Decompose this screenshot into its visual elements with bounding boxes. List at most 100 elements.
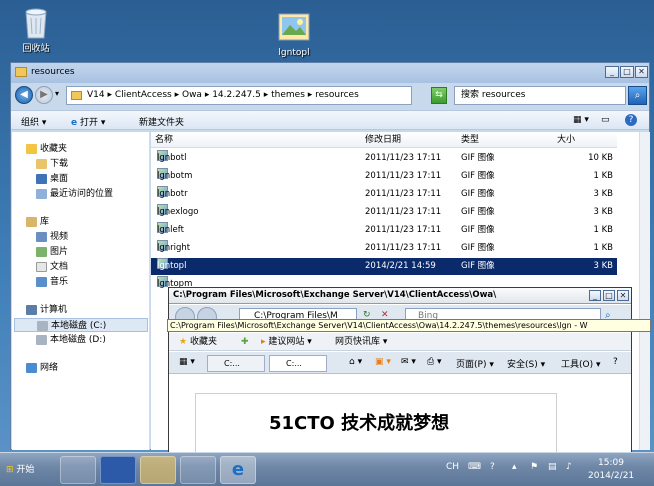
- nav-downloads[interactable]: 下载: [36, 157, 68, 171]
- feeds-icon[interactable]: ▣ ▾: [375, 357, 391, 367]
- nav-local-disk-c[interactable]: 本地磁盘 (C:): [14, 318, 148, 332]
- powershell-icon[interactable]: [100, 456, 136, 484]
- close-button[interactable]: ✕: [635, 66, 648, 78]
- mail-icon[interactable]: ✉ ▾: [401, 357, 416, 367]
- ime-icon[interactable]: ⌨: [468, 462, 481, 472]
- app-taskbar-icon[interactable]: [180, 456, 216, 484]
- search-icon[interactable]: ⌕: [628, 86, 647, 105]
- start-button[interactable]: ⊞ 开始: [2, 457, 46, 483]
- table-row[interactable]: lgntopl 2014/2/21 14:59 GIF 图像 3 KB: [151, 258, 617, 275]
- table-row[interactable]: lgnbotl 2011/11/23 17:11 GIF 图像 10 KB: [151, 150, 617, 167]
- nav-favorites[interactable]: 收藏夹: [26, 142, 67, 156]
- table-row[interactable]: lgnbotm 2011/11/23 17:11 GIF 图像 1 KB: [151, 168, 617, 185]
- volume-icon[interactable]: ♪: [566, 462, 572, 472]
- recycle-bin-icon: [20, 6, 52, 39]
- file-size: 10 KB: [588, 153, 613, 163]
- nav-computer[interactable]: 计算机: [26, 303, 67, 317]
- clock-time[interactable]: 15:09: [598, 458, 624, 468]
- downloads-icon: [36, 158, 47, 169]
- new-folder-button[interactable]: 新建文件夹: [139, 115, 184, 128]
- address-bar[interactable]: V14 ▸ ClientAccess ▸ Owa ▸ 14.2.247.5 ▸ …: [66, 86, 412, 105]
- file-type: GIF 图像: [461, 225, 495, 235]
- desktop-icon-recycle-bin[interactable]: 回收站: [9, 6, 63, 54]
- tools-menu[interactable]: 工具(O) ▾: [561, 357, 601, 370]
- ie-maximize-button[interactable]: □: [603, 290, 615, 301]
- table-row[interactable]: lgnbotr 2011/11/23 17:11 GIF 图像 3 KB: [151, 186, 617, 203]
- column-name[interactable]: 名称: [151, 132, 361, 148]
- clock-date[interactable]: 2014/2/21: [588, 471, 634, 481]
- column-date[interactable]: 修改日期: [361, 132, 457, 148]
- file-size: 3 KB: [593, 261, 613, 271]
- server-manager-icon[interactable]: [60, 456, 96, 484]
- nav-documents[interactable]: 文档: [36, 260, 68, 274]
- file-date: 2011/11/23 17:11: [365, 207, 442, 217]
- breadcrumb-item[interactable]: 14.2.247.5: [212, 90, 261, 100]
- ie-minimize-button[interactable]: _: [589, 290, 601, 301]
- vertical-scrollbar[interactable]: [639, 132, 650, 450]
- breadcrumb-item[interactable]: themes: [271, 90, 305, 100]
- nav-label: 库: [40, 217, 50, 227]
- maximize-button[interactable]: □: [620, 66, 634, 78]
- back-button[interactable]: ◀: [15, 86, 33, 104]
- breadcrumb-item[interactable]: Owa: [182, 90, 202, 100]
- history-dropdown[interactable]: ▾: [55, 89, 59, 98]
- help-icon[interactable]: ?: [625, 114, 637, 126]
- add-favorite-icon[interactable]: ✚: [241, 333, 249, 351]
- navigation-pane: 收藏夹 下载 桌面 最近访问的位置 库 视频 图片 文档 音乐 计算机 本地磁盘…: [12, 132, 150, 450]
- language-indicator[interactable]: CH: [446, 462, 459, 472]
- open-button[interactable]: e 打开 ▾: [71, 115, 105, 128]
- print-icon[interactable]: ⎙ ▾: [427, 357, 442, 367]
- nav-label: 视频: [50, 232, 69, 242]
- disk-icon: [36, 334, 47, 345]
- ie-taskbar-icon[interactable]: e: [220, 456, 256, 484]
- breadcrumb-item[interactable]: V14: [87, 90, 105, 100]
- refresh-button[interactable]: ⇆: [431, 87, 447, 104]
- nav-network[interactable]: 网络: [26, 361, 58, 375]
- nav-recent[interactable]: 最近访问的位置: [36, 187, 113, 201]
- breadcrumb-item[interactable]: ClientAccess: [115, 90, 172, 100]
- quick-tabs-icon[interactable]: ▦ ▾: [179, 357, 195, 367]
- file-size: 1 KB: [593, 171, 613, 181]
- nav-library[interactable]: 库: [26, 215, 49, 229]
- breadcrumb-item[interactable]: resources: [315, 90, 359, 100]
- web-slices-link[interactable]: 网页快讯库 ▾: [335, 333, 387, 351]
- organize-label: 组织: [21, 118, 40, 128]
- ie-tab-active[interactable]: C:...: [269, 355, 327, 372]
- nav-videos[interactable]: 视频: [36, 230, 68, 244]
- command-bar: 组织 ▾ e 打开 ▾ 新建文件夹 ▦ ▾ ▭ ?: [11, 110, 649, 130]
- nav-music[interactable]: 音乐: [36, 275, 68, 289]
- page-menu[interactable]: 页面(P) ▾: [456, 357, 494, 370]
- suggested-sites-link[interactable]: ▸ 建议网站 ▾: [261, 333, 312, 351]
- column-type[interactable]: 类型: [457, 132, 553, 148]
- file-name: lgnbotm: [157, 171, 193, 181]
- page-menu-label: 页面(P): [456, 360, 487, 370]
- minimize-button[interactable]: _: [605, 66, 619, 78]
- search-input[interactable]: 搜索 resources: [454, 86, 626, 105]
- column-size[interactable]: 大小: [553, 132, 617, 148]
- desktop-icon-lgntopl[interactable]: lgntopl: [267, 13, 321, 58]
- preview-pane-icon[interactable]: ▭: [601, 115, 610, 125]
- explorer-taskbar-icon[interactable]: [140, 456, 176, 484]
- table-row[interactable]: lgnexlogo 2011/11/23 17:11 GIF 图像 3 KB: [151, 204, 617, 221]
- table-row[interactable]: lgnleft 2011/11/23 17:11 GIF 图像 1 KB: [151, 222, 617, 239]
- view-options-icon[interactable]: ▦ ▾: [573, 115, 589, 125]
- nav-desktop[interactable]: 桌面: [36, 172, 68, 186]
- ie-close-button[interactable]: ✕: [617, 290, 629, 301]
- organize-button[interactable]: 组织 ▾: [21, 115, 46, 128]
- taskbar: ⊞ 开始 e CH ⌨ ? ▴ ⚑ ▤ ♪ 15:09 2014/2/21: [0, 452, 654, 486]
- nav-local-disk-d[interactable]: 本地磁盘 (D:): [36, 333, 106, 347]
- table-row[interactable]: lgnright 2011/11/23 17:11 GIF 图像 1 KB: [151, 240, 617, 257]
- network-tray-icon[interactable]: ▤: [548, 462, 557, 472]
- flag-icon[interactable]: ⚑: [530, 462, 538, 472]
- nav-pictures[interactable]: 图片: [36, 245, 68, 259]
- ie-tab[interactable]: C:...: [207, 355, 265, 372]
- start-label: 开始: [16, 465, 35, 475]
- file-name: lgnbotr: [157, 189, 188, 199]
- tray-arrow-icon[interactable]: ▴: [512, 462, 517, 472]
- forward-button[interactable]: ▶: [35, 86, 53, 104]
- safety-menu[interactable]: 安全(S) ▾: [507, 357, 545, 370]
- favorites-button[interactable]: ★ 收藏夹: [179, 333, 217, 351]
- help-menu[interactable]: ?: [613, 357, 618, 367]
- help-tray-icon[interactable]: ?: [490, 462, 495, 472]
- home-icon[interactable]: ⌂ ▾: [349, 357, 362, 367]
